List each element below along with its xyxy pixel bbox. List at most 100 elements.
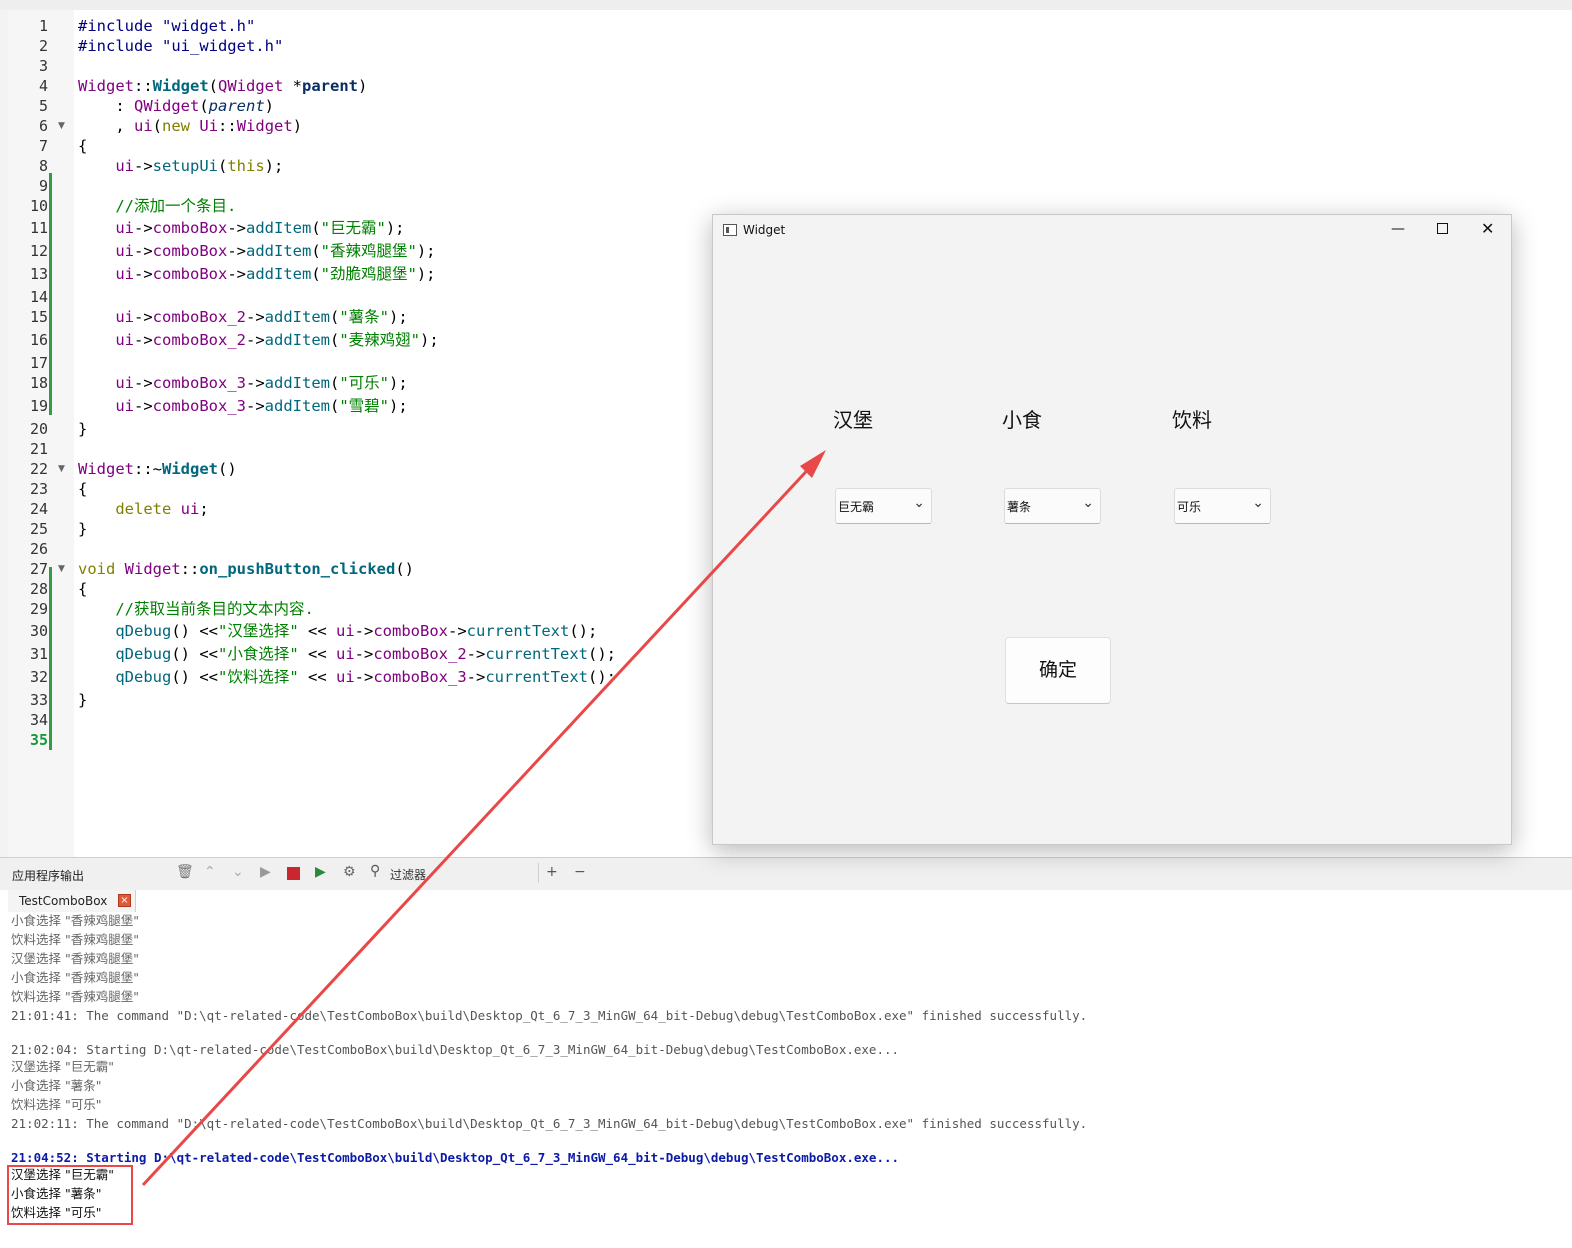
output-line: 小食选择 "香辣鸡腿堡" [11,913,139,928]
application-output[interactable] [0,912,1572,1248]
line-number: 6 [38,117,48,135]
output-tab-label: TestComboBox [19,894,108,908]
output-line: 小食选择 "香辣鸡腿堡" [11,970,139,985]
line-number: 11 [29,219,48,237]
combo-burger[interactable]: 巨无霸 ⌄ [835,488,932,524]
chevron-up-icon[interactable]: ⌃ [204,864,216,880]
code-comment: //获取当前条目的文本内容. [78,599,314,619]
output-tab[interactable]: TestComboBox × [8,890,136,912]
close-icon[interactable]: ✕ [1481,219,1494,238]
comment-text: //添加一个条目. [115,197,237,215]
string-literal: "小食选择" [218,645,299,663]
window-titlebar[interactable]: Widget — ✕ [713,215,1511,245]
code-line: } [78,420,88,438]
string-literal: "劲脆鸡腿堡" [320,265,417,283]
line-number: 32 [29,668,48,686]
run-debug-icon[interactable]: ▶ [315,864,326,880]
string-literal: "巨无霸" [320,219,386,237]
line-number: 3 [38,57,48,75]
line-number: 4 [38,77,48,95]
code-line: } [78,691,88,709]
output-line: 21:02:11: The command "D:\qt-related-cod… [11,1116,1088,1131]
code-line: { [78,480,88,498]
code-line: { [78,580,88,598]
line-number: 8 [38,157,48,175]
label-burger: 汉堡 [833,408,873,432]
output-line: 小食选择 "薯条" [11,1078,102,1093]
window-app-icon [723,224,737,236]
line-number: 23 [29,480,48,498]
close-icon[interactable]: × [118,894,131,907]
code-line: ui->comboBox_3->addItem("雪碧"); [115,397,408,415]
change-marker [49,173,52,415]
code-comment: //添加一个条目. [78,196,236,216]
code-line: } [78,520,88,538]
line-number: 22 [29,460,48,478]
line-number: 19 [29,397,48,415]
line-number: 24 [29,500,48,518]
combo-value: 巨无霸 [838,500,875,514]
output-line: 饮料选择 "香辣鸡腿堡" [11,932,139,947]
code-line: #include "ui_widget.h" [78,37,284,55]
string-literal: "薯条" [339,308,390,326]
line-number: 14 [29,288,48,306]
label-drink: 饮料 [1172,408,1212,432]
line-number-current: 35 [29,731,48,749]
line-number: 17 [29,354,48,372]
combo-snack[interactable]: 薯条 ⌄ [1004,488,1101,524]
stop-icon[interactable] [287,867,300,880]
combo-value: 薯条 [1007,500,1032,514]
output-line: 汉堡选择 "香辣鸡腿堡" [11,951,139,966]
minimize-icon[interactable]: — [1391,221,1405,237]
fold-arrow-icon[interactable]: ▼ [58,116,65,136]
output-line: 汉堡选择 "巨无霸" [11,1059,114,1074]
string-literal: "饮料选择" [218,668,299,686]
line-number: 31 [29,645,48,663]
confirm-button[interactable]: 确定 [1005,637,1111,704]
combo-drink[interactable]: 可乐 ⌄ [1174,488,1271,524]
chevron-down-icon[interactable]: ⌄ [232,864,244,880]
chevron-down-icon: ⌄ [913,495,925,511]
code-line: ui->comboBox_2->addItem("麦辣鸡翅"); [115,331,439,349]
code-line: #include "widget.h" [78,17,256,35]
plus-icon[interactable]: + [546,864,558,880]
line-number: 15 [29,308,48,326]
code-line: delete ui; [115,500,209,518]
highlight-box [7,1165,133,1225]
line-number: 13 [29,265,48,283]
line-number: 21 [29,440,48,458]
line-number: 26 [29,540,48,558]
fold-arrow-icon[interactable]: ▼ [58,459,65,479]
line-number: 27 [29,560,48,578]
fold-arrow-icon[interactable]: ▼ [58,559,65,579]
gear-icon[interactable]: ⚙ [343,864,356,880]
string-literal: "麦辣鸡翅" [339,331,421,349]
code-line: ui->setupUi(this); [115,157,284,175]
maximize-icon[interactable] [1437,223,1448,234]
line-number: 18 [29,374,48,392]
filter-input[interactable]: ⚲ 过滤器 [368,863,539,883]
string-literal: "汉堡选择" [218,622,299,640]
code-line: ui->comboBox->addItem("劲脆鸡腿堡"); [115,265,436,283]
code-line: void Widget::on_pushButton_clicked() [78,560,414,578]
filter-placeholder: 过滤器 [390,868,427,882]
line-number: 30 [29,622,48,640]
change-marker [49,567,52,750]
widget-window[interactable]: Widget — ✕ 汉堡 小食 饮料 巨无霸 ⌄ 薯条 ⌄ 可乐 ⌄ 确定 [712,214,1512,845]
chevron-down-icon: ⌄ [1252,495,1264,511]
play-icon[interactable]: ▶ [260,864,271,880]
comment-text: //获取当前条目的文本内容. [115,600,314,618]
code-line: , ui(new Ui::Widget) [78,117,303,135]
string-literal: "可乐" [339,374,390,392]
string-literal: "雪碧" [339,397,390,415]
trash-icon[interactable]: 🗑 [176,864,194,880]
line-number: 10 [29,197,48,215]
code-line: qDebug() <<"饮料选择" << ui->comboBox_3->cur… [115,668,616,686]
line-number: 1 [38,17,48,35]
output-line: 21:02:04: Starting D:\qt-related-code\Te… [11,1042,900,1057]
minus-icon[interactable]: − [574,864,586,880]
code-line: ui->comboBox->addItem("巨无霸"); [115,219,405,237]
combo-value: 可乐 [1177,500,1202,514]
line-number: 20 [29,420,48,438]
line-number: 7 [38,137,48,155]
